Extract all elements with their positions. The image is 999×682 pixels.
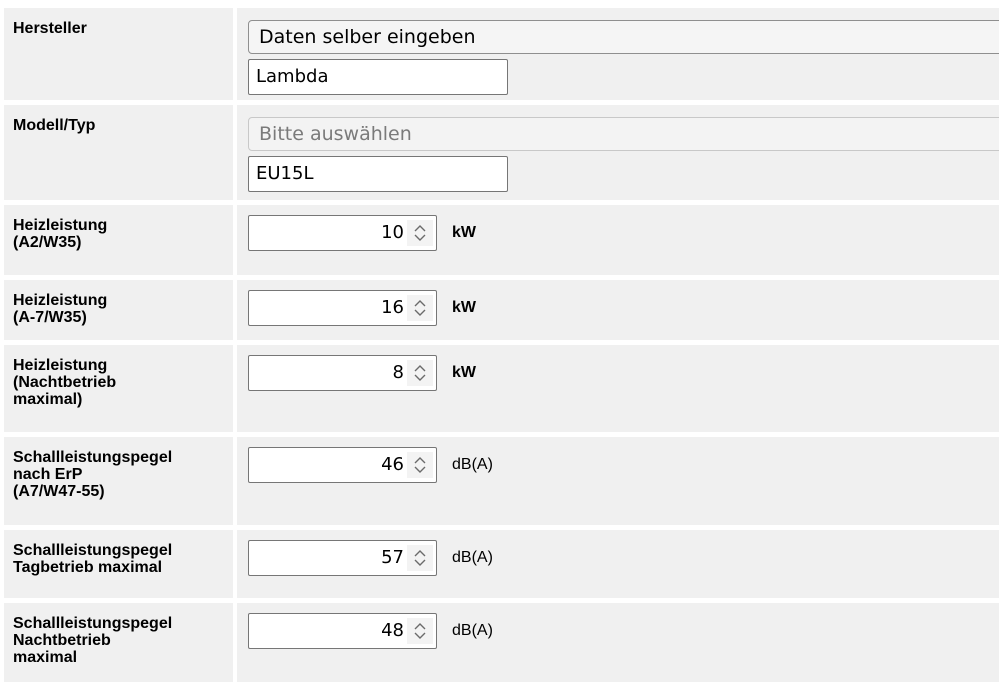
number-value: 57 (381, 547, 404, 568)
row-hersteller: Hersteller Daten selber eingeben ⌄ Lambd… (0, 8, 999, 100)
row-heizleistung-a7: Heizleistung (A-7/W35) 16 kW (0, 280, 999, 340)
hersteller-select[interactable]: Daten selber eingeben ⌄ (248, 20, 999, 54)
spinner-up-down-icon[interactable] (407, 545, 433, 571)
unit-label: kW (452, 299, 476, 316)
label-cell: Heizleistung (Nachtbetrieb maximal) (4, 345, 233, 432)
label-cell: Schallleistungspegel Nachtbetrieb maxima… (4, 603, 233, 682)
schall-tag-label: Schallleistungspegel Tagbetrieb maximal (13, 542, 173, 576)
unit-label: kW (452, 224, 476, 241)
row-schall-nacht: Schallleistungspegel Nachtbetrieb maxima… (0, 603, 999, 682)
hersteller-select-value: Daten selber eingeben (259, 26, 476, 48)
heat-pump-form: Hersteller Daten selber eingeben ⌄ Lambd… (0, 0, 999, 682)
value-cell: 46 dB(A) (237, 437, 999, 525)
modell-label: Modell/Typ (13, 117, 96, 134)
schall-nacht-label: Schallleistungspegel Nachtbetrieb maxima… (13, 615, 173, 666)
row-heizleistung-nacht: Heizleistung (Nachtbetrieb maximal) 8 kW (0, 345, 999, 432)
heizleistung-nacht-label: Heizleistung (Nachtbetrieb maximal) (13, 357, 117, 408)
row-modell: Modell/Typ Bitte auswählen ⌄ EU15L (0, 105, 999, 200)
hersteller-label: Hersteller (13, 20, 87, 37)
value-cell: Bitte auswählen ⌄ EU15L (237, 105, 999, 200)
number-value: 16 (381, 297, 404, 318)
spinner-up-down-icon[interactable] (407, 220, 433, 246)
label-cell: Hersteller (4, 8, 233, 100)
value-cell: 8 kW (237, 345, 999, 432)
spinner-up-down-icon[interactable] (407, 295, 433, 321)
heizleistung-a7-label: Heizleistung (A-7/W35) (13, 292, 108, 326)
heizleistung-a2-input[interactable]: 10 (248, 215, 437, 251)
value-cell: 57 dB(A) (237, 530, 999, 598)
value-cell: 48 dB(A) (237, 603, 999, 682)
unit-label: kW (452, 364, 476, 381)
schall-erp-label: Schallleistungspegel nach ErP (A7/W47-55… (13, 449, 173, 500)
row-heizleistung-a2: Heizleistung (A2/W35) 10 kW (0, 205, 999, 275)
number-value: 10 (381, 222, 404, 243)
hersteller-text-input[interactable]: Lambda (248, 59, 508, 95)
heizleistung-a2-label: Heizleistung (A2/W35) (13, 217, 108, 251)
row-schall-tag: Schallleistungspegel Tagbetrieb maximal … (0, 530, 999, 598)
spinner-up-down-icon[interactable] (407, 452, 433, 478)
unit-label: dB(A) (452, 456, 493, 473)
schall-erp-input[interactable]: 46 (248, 447, 437, 483)
value-cell: Daten selber eingeben ⌄ Lambda (237, 8, 999, 100)
number-value: 46 (381, 454, 404, 475)
label-cell: Schallleistungspegel Tagbetrieb maximal (4, 530, 233, 598)
value-cell: 16 kW (237, 280, 999, 340)
modell-select-placeholder: Bitte auswählen (259, 123, 412, 145)
spinner-up-down-icon[interactable] (407, 618, 433, 644)
modell-select[interactable]: Bitte auswählen ⌄ (248, 117, 999, 151)
schall-tag-input[interactable]: 57 (248, 540, 437, 576)
value-cell: 10 kW (237, 205, 999, 275)
label-cell: Schallleistungspegel nach ErP (A7/W47-55… (4, 437, 233, 525)
label-cell: Heizleistung (A2/W35) (4, 205, 233, 275)
label-cell: Modell/Typ (4, 105, 233, 200)
label-cell: Heizleistung (A-7/W35) (4, 280, 233, 340)
unit-label: dB(A) (452, 622, 493, 639)
modell-text-input[interactable]: EU15L (248, 156, 508, 192)
number-value: 48 (381, 620, 404, 641)
number-value: 8 (392, 362, 404, 383)
schall-nacht-input[interactable]: 48 (248, 613, 437, 649)
heizleistung-nacht-input[interactable]: 8 (248, 355, 437, 391)
unit-label: dB(A) (452, 549, 493, 566)
spinner-up-down-icon[interactable] (407, 360, 433, 386)
heizleistung-a7-input[interactable]: 16 (248, 290, 437, 326)
row-schall-erp: Schallleistungspegel nach ErP (A7/W47-55… (0, 437, 999, 525)
